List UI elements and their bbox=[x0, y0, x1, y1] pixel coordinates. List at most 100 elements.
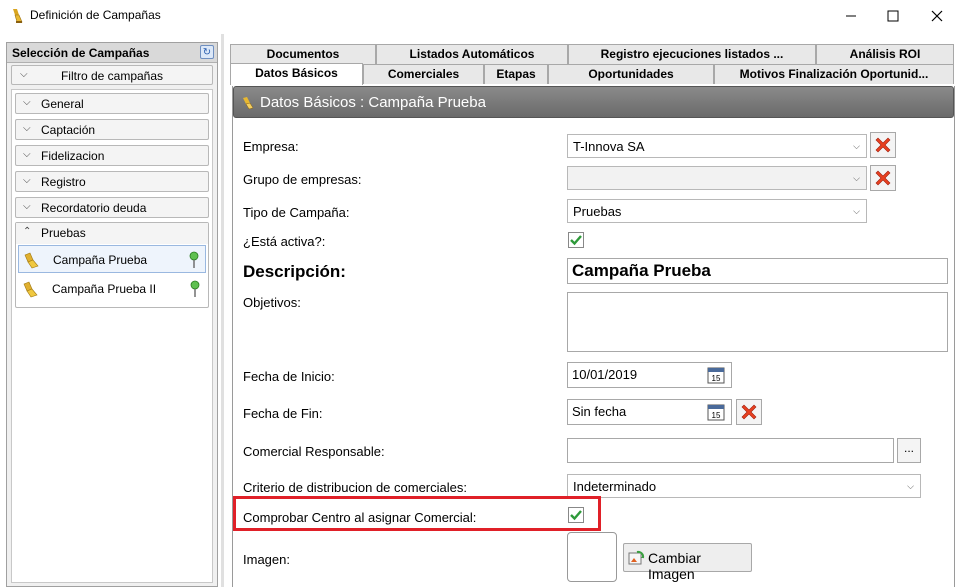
change-image-button[interactable]: Cambiar Imagen bbox=[623, 543, 752, 582]
objetivos-label: Objetivos: bbox=[243, 295, 301, 310]
chevron-up-icon: ⌃ bbox=[23, 226, 32, 237]
grupo-empresas-label: Grupo de empresas: bbox=[243, 172, 362, 187]
svg-text:15: 15 bbox=[712, 374, 721, 383]
delete-x-icon bbox=[875, 137, 891, 153]
fecha-inicio-label: Fecha de Inicio: bbox=[243, 369, 335, 384]
tab-analisis-roi[interactable]: Análisis ROI bbox=[816, 44, 954, 64]
criterio-distribucion-label: Criterio de distribucion de comerciales: bbox=[243, 480, 467, 495]
comprobar-centro-checkbox[interactable] bbox=[568, 507, 584, 523]
change-image-label: Cambiar Imagen bbox=[648, 550, 701, 582]
datos-basicos-panel: Datos Básicos : Campaña Prueba Empresa: … bbox=[232, 86, 955, 587]
grupo-empresas-select[interactable]: ⌵ bbox=[567, 166, 867, 190]
chevron-down-icon: ⌵ bbox=[23, 149, 31, 160]
group-registro[interactable]: ⌵ Registro bbox=[15, 171, 209, 192]
tipo-campana-label: Tipo de Campaña: bbox=[243, 205, 350, 220]
imagen-label: Imagen: bbox=[243, 552, 290, 567]
tipo-campana-select[interactable]: Pruebas ⌵ bbox=[567, 199, 867, 223]
campaign-icon bbox=[24, 252, 39, 269]
group-pruebas-header[interactable]: ⌃ Pruebas bbox=[16, 223, 208, 244]
svg-text:15: 15 bbox=[712, 411, 721, 420]
descripcion-value: Campaña Prueba bbox=[572, 261, 711, 280]
chevron-down-icon: ⌵ bbox=[23, 175, 31, 186]
section-title: Datos Básicos : Campaña Prueba bbox=[260, 94, 486, 111]
chevron-down-icon: ⌵ bbox=[853, 141, 860, 151]
group-pruebas: ⌃ Pruebas Campaña Prueba Campaña Prueba … bbox=[15, 222, 209, 308]
refresh-icon[interactable]: ↻ bbox=[200, 45, 214, 59]
campaign-icon bbox=[23, 281, 38, 298]
empresa-label: Empresa: bbox=[243, 139, 299, 154]
objetivos-textarea[interactable] bbox=[567, 292, 948, 352]
descripcion-input[interactable]: Campaña Prueba bbox=[567, 258, 948, 284]
fecha-fin-label: Fecha de Fin: bbox=[243, 406, 323, 421]
chevron-down-icon: ⌵ bbox=[23, 123, 31, 134]
maximize-icon bbox=[887, 10, 899, 22]
descripcion-label: Descripción: bbox=[243, 262, 346, 281]
campaign-app-icon bbox=[13, 9, 23, 23]
fecha-inicio-value: 10/01/2019 bbox=[572, 367, 638, 382]
status-pin-icon bbox=[190, 280, 200, 297]
calendar-icon[interactable]: 15 bbox=[707, 403, 725, 421]
tab-documentos[interactable]: Documentos bbox=[230, 44, 376, 64]
close-icon bbox=[931, 10, 943, 22]
campaign-groups-list: ⌵ General ⌵ Captación ⌵ Fidelizacion ⌵ R… bbox=[11, 89, 213, 583]
tab-motivos-finalizacion[interactable]: Motivos Finalización Oportunid... bbox=[714, 64, 954, 84]
edit-pencil-icon bbox=[243, 97, 254, 110]
group-label: Registro bbox=[41, 175, 86, 189]
tipo-campana-value: Pruebas bbox=[573, 204, 622, 219]
tab-oportunidades[interactable]: Oportunidades bbox=[548, 64, 714, 84]
tab-listados-automaticos[interactable]: Listados Automáticos bbox=[376, 44, 568, 64]
delete-x-icon bbox=[875, 170, 891, 186]
panel-splitter[interactable] bbox=[221, 34, 224, 587]
chevron-down-icon: ⌵ bbox=[907, 481, 914, 491]
criterio-distribucion-value: Indeterminado bbox=[573, 479, 657, 494]
tab-strip: Documentos Listados Automáticos Registro… bbox=[228, 42, 965, 86]
close-button[interactable] bbox=[914, 0, 960, 32]
activa-label: ¿Está activa?: bbox=[243, 234, 326, 249]
clear-grupo-button[interactable] bbox=[870, 165, 896, 191]
minimize-button[interactable] bbox=[828, 0, 874, 32]
campaign-filter-toggle[interactable]: ⌵ Filtro de campañas bbox=[11, 65, 213, 85]
fecha-fin-value: Sin fecha bbox=[572, 404, 627, 419]
group-label: General bbox=[41, 97, 84, 111]
chevron-down-icon: ⌵ bbox=[853, 173, 860, 183]
browse-comercial-button[interactable]: ... bbox=[897, 438, 921, 463]
tab-comerciales[interactable]: Comerciales bbox=[363, 64, 484, 84]
chevron-down-icon: ⌵ bbox=[23, 97, 31, 108]
comercial-responsable-input[interactable] bbox=[567, 438, 894, 463]
status-pin-icon bbox=[189, 251, 199, 268]
title-bar: Definición de Campañas bbox=[0, 0, 965, 32]
group-label: Recordatorio deuda bbox=[41, 201, 147, 215]
panel-title: Selección de Campañas bbox=[12, 46, 150, 60]
empresa-value: T-Innova SA bbox=[573, 139, 645, 154]
group-captacion[interactable]: ⌵ Captación bbox=[15, 119, 209, 140]
maximize-button[interactable] bbox=[870, 0, 916, 32]
campaign-label: Campaña Prueba bbox=[53, 253, 148, 267]
campaign-item[interactable]: Campaña Prueba bbox=[18, 245, 206, 273]
clear-empresa-button[interactable] bbox=[870, 132, 896, 158]
window-title: Definición de Campañas bbox=[30, 8, 161, 22]
tab-etapas[interactable]: Etapas bbox=[484, 64, 548, 84]
delete-x-icon bbox=[741, 404, 757, 420]
campaign-selection-panel: Selección de Campañas ↻ ⌵ Filtro de camp… bbox=[6, 42, 218, 587]
clear-fecha-fin-button[interactable] bbox=[736, 399, 762, 425]
refresh-image-icon bbox=[628, 550, 645, 565]
calendar-icon[interactable]: 15 bbox=[707, 366, 725, 384]
chevron-down-icon: ⌵ bbox=[853, 206, 860, 216]
comprobar-centro-label: Comprobar Centro al asignar Comercial: bbox=[243, 510, 477, 525]
activa-checkbox[interactable] bbox=[568, 232, 584, 248]
empresa-select[interactable]: T-Innova SA ⌵ bbox=[567, 134, 867, 158]
filter-label: Filtro de campañas bbox=[60, 69, 164, 83]
chevron-down-icon: ⌵ bbox=[23, 201, 31, 212]
campaign-label: Campaña Prueba II bbox=[52, 282, 157, 296]
tab-registro-ejecuciones[interactable]: Registro ejecuciones listados ... bbox=[568, 44, 816, 64]
minimize-icon bbox=[846, 15, 856, 17]
tab-datos-basicos[interactable]: Datos Básicos bbox=[230, 63, 363, 85]
image-preview bbox=[567, 532, 617, 582]
campaign-item[interactable]: Campaña Prueba II bbox=[18, 275, 206, 303]
group-general[interactable]: ⌵ General bbox=[15, 93, 209, 114]
criterio-distribucion-select[interactable]: Indeterminado ⌵ bbox=[567, 474, 921, 498]
group-recordatorio-deuda[interactable]: ⌵ Recordatorio deuda bbox=[15, 197, 209, 218]
section-header: Datos Básicos : Campaña Prueba bbox=[233, 86, 954, 118]
comercial-responsable-label: Comercial Responsable: bbox=[243, 444, 385, 459]
group-fidelizacion[interactable]: ⌵ Fidelizacion bbox=[15, 145, 209, 166]
